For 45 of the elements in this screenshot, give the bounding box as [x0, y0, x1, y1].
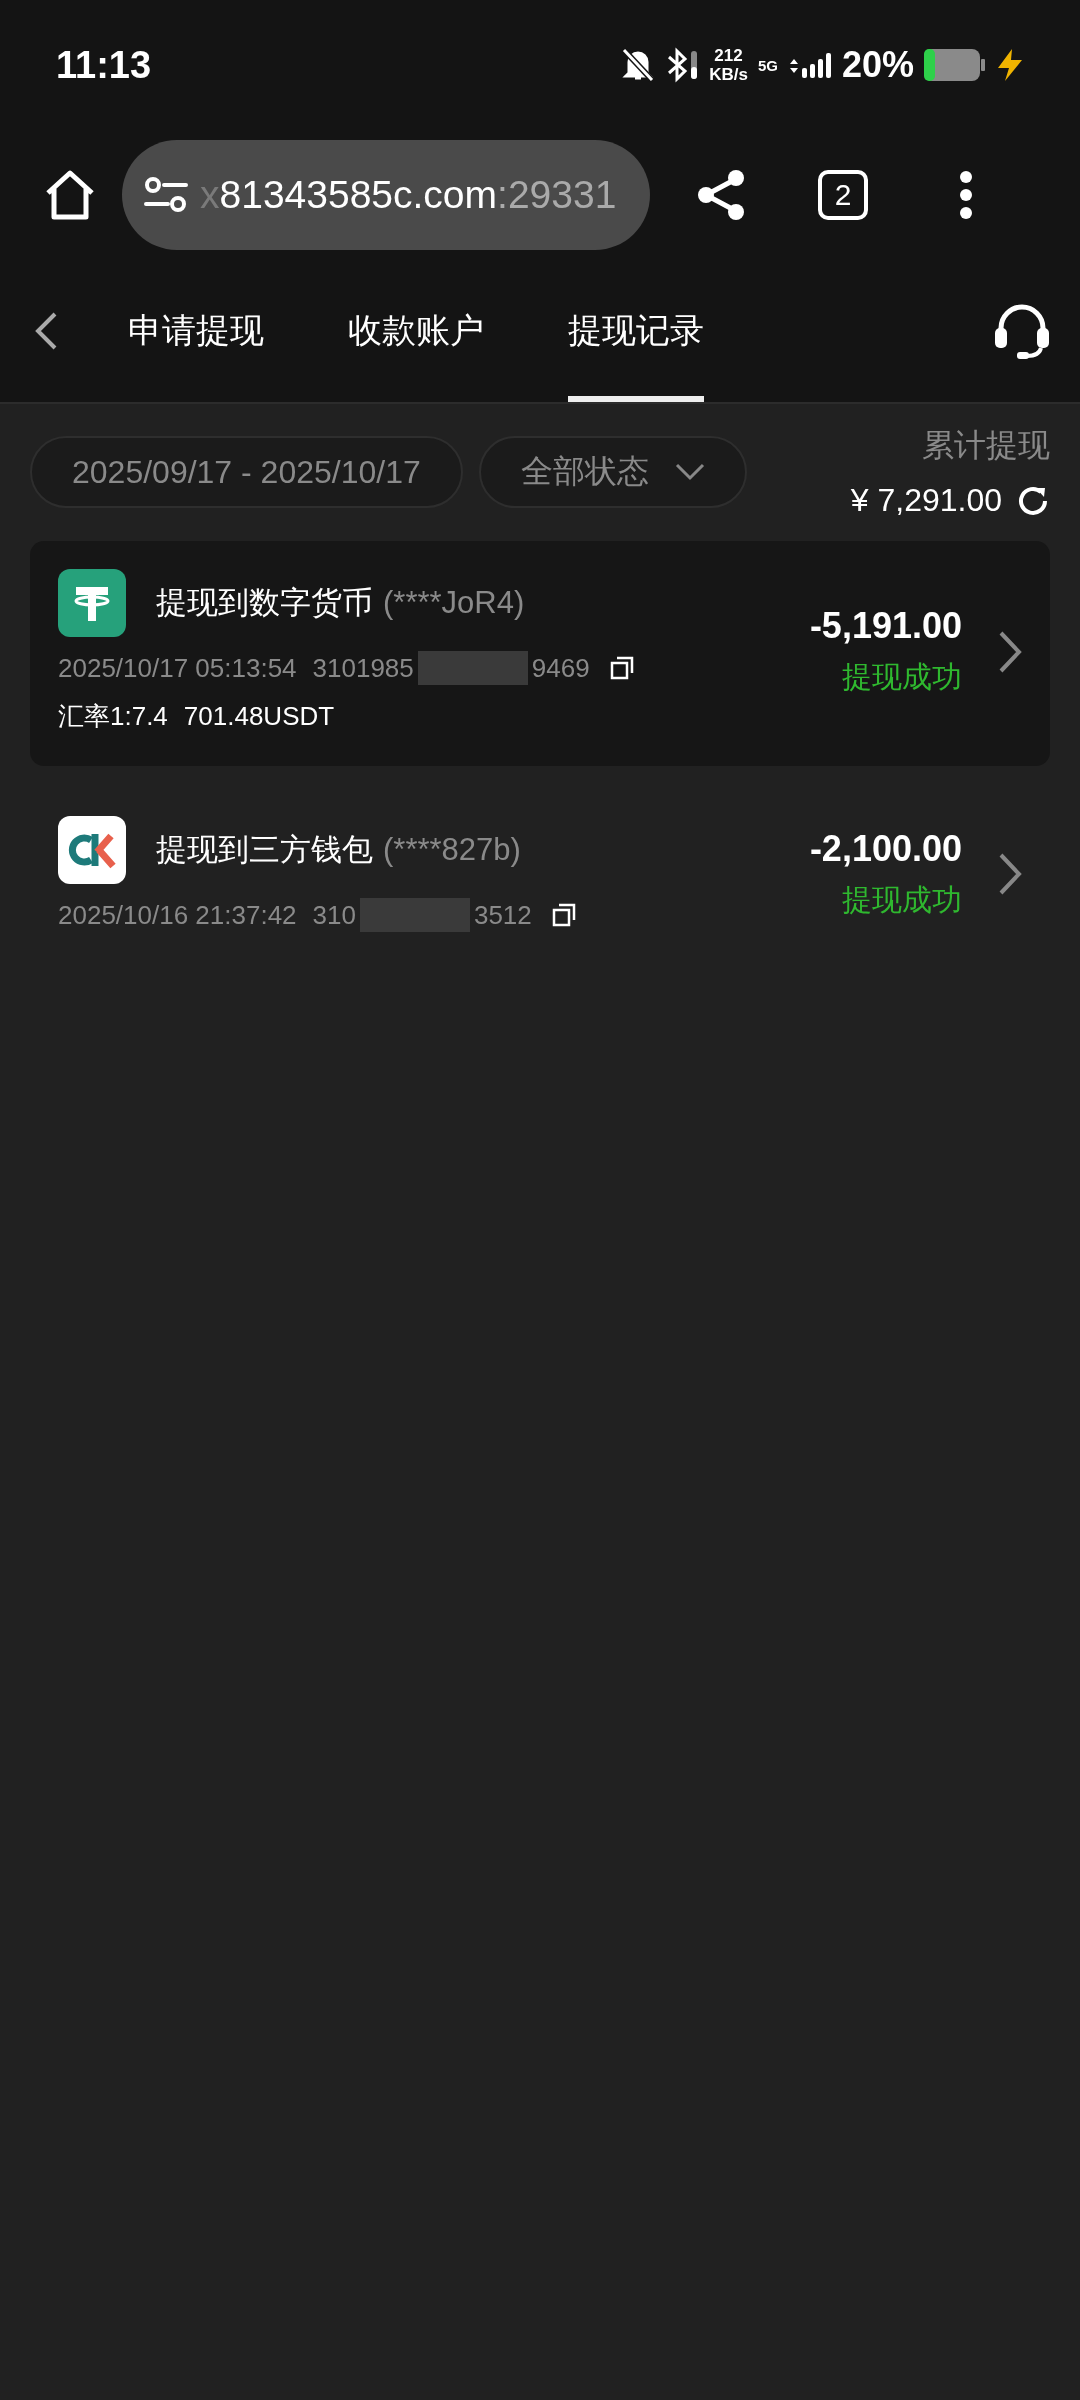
record-amount: -2,100.00 — [809, 827, 962, 870]
status-dropdown[interactable]: 全部状态 — [478, 436, 747, 508]
wallet-logo-icon — [58, 816, 126, 884]
copy-icon[interactable] — [551, 903, 576, 927]
order-number-end: 9469 — [531, 652, 590, 684]
battery-percent: 20% — [841, 44, 914, 86]
network-speed: 212 KB/s — [709, 46, 748, 84]
mute-bell-icon — [621, 47, 656, 83]
nav-tab[interactable]: 申请提现 — [128, 260, 264, 402]
back-icon — [34, 311, 58, 351]
total-label: 累计提现 — [922, 426, 1050, 465]
record-title: 提现到三方钱包 — [156, 831, 373, 869]
caret-icon — [674, 463, 705, 481]
nav-tab[interactable]: 提现记录 — [568, 260, 704, 402]
record-amount: -5,191.00 — [809, 605, 962, 647]
signal-icon — [787, 50, 832, 80]
account-mask: (****JoR4) — [383, 585, 525, 621]
copy-icon[interactable] — [609, 656, 634, 680]
tether-logo-icon — [58, 569, 126, 637]
record-card[interactable]: 提现到数字货币 (****JoR4) 2025/10/17 05:13:54 3101985 9469 汇率1:7.4 701.48USDT -5,191.00 提现成功 — [30, 541, 1050, 766]
record-title: 提现到数字货币 — [156, 584, 373, 622]
record-status: 提现成功 — [842, 881, 962, 918]
tab-count-button[interactable]: 2 — [818, 170, 868, 220]
nav-tab[interactable]: 收款账户 — [348, 260, 484, 402]
order-number-start: 310 — [312, 899, 356, 931]
bluetooth-icon — [665, 47, 700, 83]
total-amount: ¥ 7,291.00 — [850, 482, 1002, 519]
chevron-icon — [998, 629, 1022, 674]
network-type: 5G — [757, 56, 778, 74]
record-time: 2025/10/16 21:37:42 — [58, 899, 297, 931]
more-icon — [959, 170, 973, 220]
battery-icon — [924, 48, 986, 82]
record-time: 2025/10/17 05:13:54 — [58, 652, 297, 684]
record-card[interactable]: 提现到三方钱包 (****827b) 2025/10/16 21:37:42 310 3512 -2,100.00 提现成功 — [30, 788, 1050, 964]
record-status: 提现成功 — [842, 659, 962, 695]
order-number-start: 3101985 — [312, 652, 414, 684]
account-mask: (****827b) — [383, 832, 521, 868]
order-number-end: 3512 — [473, 899, 532, 931]
clock: 11:13 — [56, 43, 152, 87]
site-settings-icon — [144, 175, 188, 215]
converted-amount: 701.48USDT — [183, 701, 335, 732]
charging-icon — [996, 48, 1024, 82]
chevron-icon — [998, 852, 1022, 896]
date-range-field[interactable]: 2025/09/17 - 2025/10/17 — [30, 436, 463, 508]
exchange-rate: 汇率1:7.4 — [58, 700, 168, 733]
